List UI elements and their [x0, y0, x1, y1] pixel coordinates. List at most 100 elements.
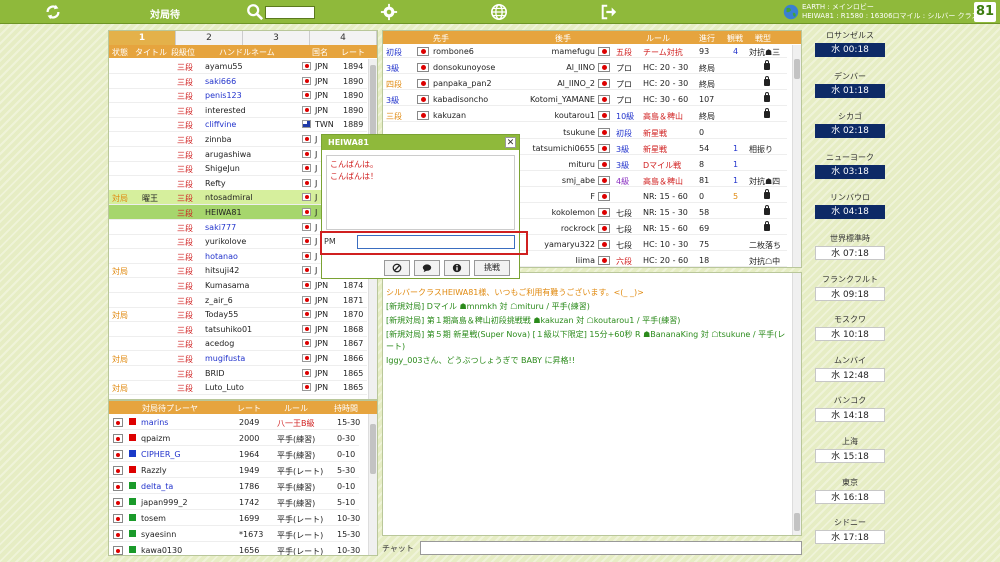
chat-bubble-button[interactable]	[414, 260, 440, 276]
chat-input[interactable]	[420, 541, 802, 555]
clock-city: 世界標準時	[830, 234, 870, 243]
col-moves[interactable]: 進行	[699, 33, 715, 44]
player-row[interactable]: 対局 三段 Today55 JPN 1870	[109, 307, 367, 323]
col-waiting-player[interactable]: 対局待プレーヤ	[142, 403, 198, 414]
player-row[interactable]: 三段 Kumasama JPN 1874	[109, 278, 367, 293]
waiting-list-scrollbar[interactable]	[368, 414, 377, 555]
game-row[interactable]: 3級 donsokunoyose Al_IINO プロ HC: 20 - 30 終局	[383, 60, 787, 75]
waiting-row[interactable]: qpaizm 2000 平手(練習) 0-30	[109, 430, 359, 446]
col-state[interactable]: 状態	[112, 47, 128, 58]
info-icon	[452, 263, 462, 273]
world-clock: ムンバイ水 12:48	[808, 355, 892, 382]
col-waiting-rate[interactable]: レート	[237, 403, 261, 414]
game-row[interactable]: 3級 kabadisoncho Kotomi_YAMANE プロ HC: 30 - 60…	[383, 92, 787, 107]
player-row[interactable]: 三段 ayamu55 JPN 1894	[109, 59, 367, 74]
clock-time: 水 00:18	[815, 43, 885, 57]
game-list-scrollbar[interactable]	[792, 45, 801, 267]
player-country: JPN	[315, 368, 329, 378]
speech-bubble-icon	[422, 264, 432, 273]
col-sente[interactable]: 先手	[433, 33, 449, 44]
log-message: [新規対局] Dマイル ☗mnmkh 対 ☖mituru / 平手(練習)	[386, 302, 590, 311]
col-gote[interactable]: 後手	[555, 33, 571, 44]
search-input[interactable]	[265, 6, 315, 19]
col-watchers[interactable]: 観戦	[727, 33, 743, 44]
waiting-row[interactable]: CIPHER_G 1964 平手(練習) 0-10	[109, 446, 359, 462]
tab-3[interactable]: 3	[243, 31, 310, 45]
col-title[interactable]: タイトル	[135, 47, 167, 58]
player-handle: saki666	[205, 76, 237, 86]
col-waiting-time[interactable]: 持時間	[334, 403, 358, 414]
player-row[interactable]: 三段 saki666 JPN 1890	[109, 74, 367, 89]
waiting-row[interactable]: marins 2049 八一王B級 15-30	[109, 414, 360, 430]
col-waiting-rule[interactable]: ルール	[284, 403, 308, 414]
player-row[interactable]: 三段 acedog JPN 1867	[109, 336, 367, 352]
waiting-row[interactable]: tosem 1699 平手(レート) 10-30	[109, 510, 360, 526]
player-row[interactable]: 対局 三段 Luto_Luto JPN 1865	[109, 380, 367, 396]
waiting-rate: 1656	[239, 546, 260, 555]
clock-time: 水 14:18	[815, 408, 885, 423]
player-row[interactable]: 対局 三段 mugifusta JPN 1866	[109, 351, 367, 366]
world-clock: 世界標準時水 07:18	[808, 233, 892, 260]
waiting-row[interactable]: syaesinn *1673 平手(レート) 15-30	[109, 526, 360, 542]
col-style[interactable]: 戦型	[755, 33, 771, 44]
col-rule[interactable]: ルール	[646, 33, 670, 44]
waiting-row[interactable]: Razzly 1949 平手(レート) 5-30	[109, 462, 359, 478]
waiting-row[interactable]: japan999_2 1742 平手(練習) 5-10	[109, 494, 359, 510]
message-log-scrollbar[interactable]	[792, 273, 801, 535]
player-row[interactable]: 三段 z_air_6 JPN 1871	[109, 293, 367, 308]
gote-flag-icon	[598, 127, 610, 137]
waiting-rule: 平手(練習)	[277, 499, 316, 508]
logout-icon[interactable]	[600, 3, 618, 21]
game-rule: HC: 10 - 30	[643, 240, 689, 250]
game-moves: 終局	[699, 64, 715, 74]
dialog-title[interactable]: HEIWA81	[322, 135, 519, 150]
player-rank: 三段	[177, 296, 193, 306]
pm-input[interactable]	[357, 235, 515, 249]
col-country[interactable]: 国名	[312, 47, 328, 58]
tab-2[interactable]: 2	[176, 31, 243, 45]
col-rank[interactable]: 段級位	[171, 47, 195, 58]
tab-4[interactable]: 4	[310, 31, 377, 45]
gote-flag-icon	[598, 256, 610, 266]
gote-name: Al_IINO	[566, 63, 595, 73]
info-button[interactable]	[444, 260, 470, 276]
tab-1[interactable]: 1	[109, 31, 176, 45]
player-handle: ayamu55	[205, 62, 243, 71]
player-country: JPN	[315, 91, 329, 101]
game-row[interactable]: 三段 kakuzan koutarou1 10級 高島＆稗山 終局	[383, 108, 787, 123]
player-handle: yurikolove	[205, 237, 247, 247]
globe-icon[interactable]	[490, 3, 508, 21]
player-row[interactable]: 三段 cliffvine TWN 1889	[109, 117, 367, 133]
gear-icon[interactable]	[380, 3, 398, 21]
game-row[interactable]: 四段 panpaka_pan2 Al_IINO_2 プロ HC: 20 - 30 終局	[383, 76, 787, 91]
game-row[interactable]: 初段 rombone6 mamefugu 五段 チーム対抗 93 4 対抗☗三	[383, 45, 787, 58]
block-button[interactable]	[384, 260, 410, 276]
player-handle: arugashiwa	[205, 149, 252, 159]
player-row[interactable]: 三段 penis123 JPN 1890	[109, 88, 367, 104]
sente-flag-icon	[417, 79, 429, 89]
status-line-user: HEIWA81 : R1580 : 16306ロマイル : シルバー クラス	[802, 12, 979, 20]
col-rate[interactable]: レート	[341, 47, 365, 58]
player-rank: 三段	[177, 209, 193, 218]
gote-flag-icon	[598, 191, 610, 201]
dialog-close-button[interactable]: ✕	[505, 137, 516, 148]
rank-color-icon	[129, 514, 136, 521]
player-row[interactable]: 三段 tatsuhiko01 JPN 1868	[109, 322, 367, 337]
clock-city: バンコク	[833, 396, 867, 406]
player-state: 対局	[112, 311, 128, 321]
log-message: シルバークラスHEIWA81様、いつもご利用有難うございます。<(_ _)>	[386, 288, 644, 297]
player-row[interactable]: 三段 interested JPN 1890	[109, 103, 367, 118]
waiting-row[interactable]: delta_ta 1786 平手(練習) 0-10	[109, 478, 359, 494]
waiting-time: 0-10	[337, 482, 356, 491]
player-row[interactable]: 三段 BRID JPN 1865	[109, 366, 367, 381]
world-clock: ニューヨーク水 03:18	[808, 152, 892, 179]
refresh-icon[interactable]	[44, 3, 62, 21]
col-handle[interactable]: ハンドルネーム	[219, 47, 275, 58]
gote-rank: プロ	[616, 96, 632, 106]
country-flag-icon	[302, 324, 311, 333]
lobby-waiting-label[interactable]: 対局待	[150, 6, 180, 21]
search-icon[interactable]	[246, 3, 264, 21]
challenge-button[interactable]: 挑戦	[474, 260, 510, 276]
waiting-rule: 八一王B級	[277, 419, 315, 428]
waiting-row[interactable]: kawa0130 1656 平手(レート) 10-30	[109, 542, 360, 555]
